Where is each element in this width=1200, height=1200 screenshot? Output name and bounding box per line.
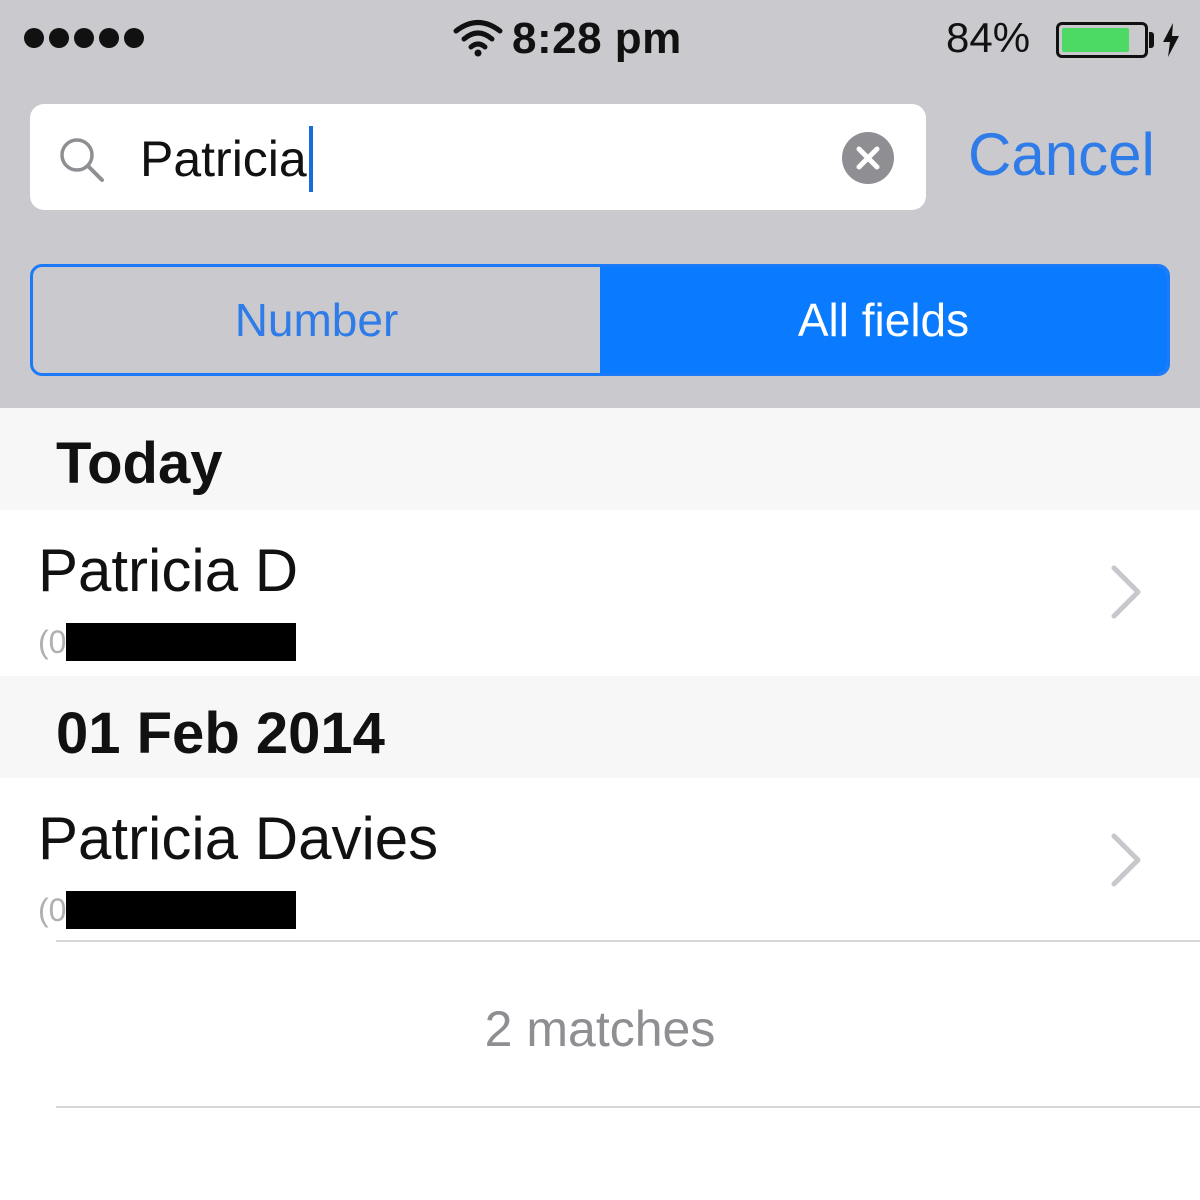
phone-number: (0 (38, 622, 297, 662)
segment-all-fields[interactable]: All fields (600, 267, 1167, 373)
search-scope-segmented-control: Number All fields (30, 264, 1170, 376)
section-header-01-feb-2014: 01 Feb 2014 (0, 676, 1200, 778)
section-title: 01 Feb 2014 (56, 701, 385, 766)
charging-bolt-icon (1163, 23, 1179, 57)
battery-icon (1056, 22, 1148, 58)
call-log-search-screen: 8:28 pm 84% Patricia Cancel Number All f… (0, 0, 1200, 1200)
signal-strength-icon (24, 28, 144, 48)
signal-dot (74, 28, 94, 48)
phone-number-prefix: (0 (38, 891, 67, 928)
search-header: 8:28 pm 84% Patricia Cancel Number All f… (0, 0, 1200, 408)
signal-dot (99, 28, 119, 48)
search-input[interactable]: Patricia (30, 104, 926, 210)
result-row-patricia-d[interactable]: Patricia D (0 (0, 510, 1200, 676)
result-row-patricia-davies[interactable]: Patricia Davies (0 (0, 778, 1200, 944)
contact-name: Patricia D (38, 537, 299, 604)
status-time: 8:28 pm (512, 14, 682, 63)
list-separator (56, 1106, 1200, 1108)
phone-number-prefix: (0 (38, 623, 67, 660)
chevron-right-icon (1111, 833, 1141, 887)
battery-percentage: 84% (946, 14, 1031, 61)
section-header-today: Today (0, 408, 1200, 510)
section-title: Today (56, 431, 223, 496)
status-bar: 8:28 pm 84% (0, 0, 1200, 82)
signal-dot (124, 28, 144, 48)
battery-nub (1149, 32, 1154, 48)
battery-level-fill (1062, 28, 1130, 52)
text-cursor (308, 126, 313, 192)
contact-name: Patricia Davies (38, 805, 439, 872)
cancel-button[interactable]: Cancel (968, 120, 1155, 189)
signal-dot (49, 28, 69, 48)
search-query-value: Patricia (140, 131, 307, 187)
search-icon (60, 138, 104, 182)
match-count: 2 matches (484, 1001, 716, 1057)
segment-number[interactable]: Number (33, 267, 600, 373)
wifi-icon (453, 20, 503, 57)
clear-search-icon[interactable] (842, 132, 894, 184)
signal-dot (24, 28, 44, 48)
chevron-right-icon (1111, 565, 1141, 619)
search-query-text: Patricia (140, 126, 313, 192)
phone-number: (0 (38, 890, 297, 930)
redacted-phone-number (66, 891, 297, 929)
list-separator (56, 940, 1200, 942)
redacted-phone-number (66, 623, 297, 661)
